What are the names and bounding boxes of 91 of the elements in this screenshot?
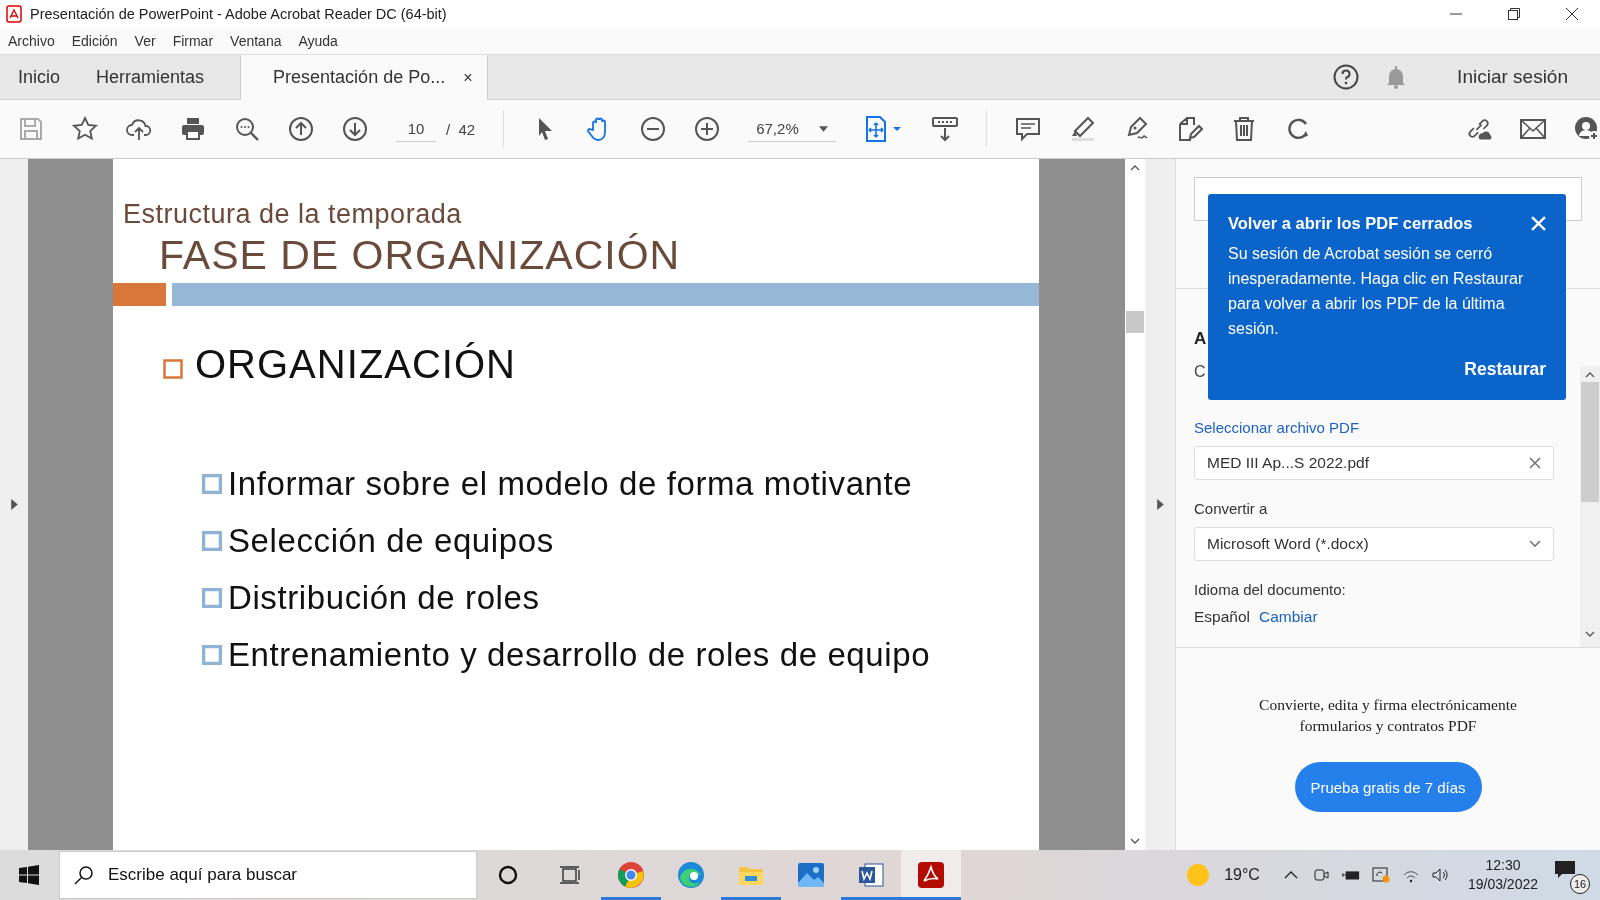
word-icon (857, 861, 885, 889)
close-tab-button[interactable]: × (463, 68, 473, 87)
previous-page-icon[interactable] (288, 116, 314, 142)
edit-document-icon[interactable] (1176, 116, 1203, 142)
taskbar-app[interactable] (901, 850, 961, 900)
bullet-text: Informar sobre el modelo de forma motivante (228, 464, 913, 504)
tab[interactable]: Inicio (0, 55, 79, 99)
square-bullet-icon (202, 530, 222, 551)
search-icon[interactable] (234, 116, 260, 142)
menu-item[interactable]: Ayuda (298, 33, 338, 49)
format-dropdown[interactable]: Microsoft Word (*.docx) (1194, 527, 1554, 561)
notification-icon[interactable] (1554, 860, 1576, 880)
scrollbar-thumb[interactable] (1126, 311, 1144, 333)
square-bullet-icon (202, 473, 222, 494)
scroll-up-icon[interactable] (1130, 165, 1140, 171)
help-icon[interactable] (1333, 64, 1360, 90)
email-icon[interactable] (1520, 116, 1546, 142)
fit-page-icon[interactable] (863, 116, 904, 142)
search-icon (74, 865, 94, 885)
pdf-reader-icon (917, 861, 945, 889)
popup-title: Volver a abrir los PDF cerrados (1228, 214, 1473, 233)
clear-icon[interactable] (1529, 457, 1541, 469)
sync-icon[interactable] (1371, 867, 1390, 883)
comment-icon[interactable] (1014, 116, 1041, 142)
menu-item[interactable]: Edición (71, 33, 118, 49)
zoom-out-icon[interactable] (640, 116, 667, 142)
print-icon[interactable] (180, 116, 206, 142)
menu-item[interactable]: Firmar (172, 33, 214, 49)
app-icon (6, 5, 22, 23)
slide-heading: ORGANIZACIÓN (195, 342, 516, 387)
scroll-mode-icon[interactable] (931, 116, 958, 142)
slide-subtitle: Estructura de la temporada (123, 199, 463, 230)
bullet-text: Entrenamiento y desarrollo de roles de equipo (228, 635, 931, 675)
expand-right-icon[interactable] (1156, 499, 1164, 510)
menu-item[interactable]: Archivo (8, 33, 55, 49)
zoom-in-icon[interactable] (694, 116, 721, 142)
task-view-icon[interactable] (559, 865, 581, 885)
file-field[interactable]: MED III Ap...S 2022.pdf (1194, 446, 1554, 480)
field-label: Seleccionar archivo PDF (1194, 419, 1361, 436)
clock[interactable]: 12:30 19/03/2022 (1467, 856, 1538, 894)
page-total: / 42 (446, 120, 476, 138)
square-bullet-icon (202, 587, 222, 608)
cortana-icon[interactable] (497, 865, 519, 885)
add-user-icon[interactable] (1574, 116, 1600, 142)
field-label: Convertir a (1194, 500, 1269, 517)
windows-start-icon[interactable] (19, 865, 39, 885)
restore-link[interactable]: Restaurar (1464, 359, 1546, 380)
expand-left-icon[interactable] (10, 499, 18, 510)
slide-title: FASE DE ORGANIZACIÓN (159, 232, 682, 279)
free-trial-button[interactable]: Prueba gratis de 7 días (1294, 762, 1482, 812)
tab[interactable]: Presentación de Po... × (240, 55, 488, 100)
window-title: Presentación de PowerPoint - Adobe Acrobat Reader DC (64-bit) (30, 6, 447, 22)
browser-icon (617, 861, 645, 889)
menu-item[interactable]: Ventana (230, 33, 282, 49)
taskbar-search-field[interactable]: Escribe aquí para buscar (59, 851, 477, 899)
change-link[interactable]: Cambiar (1259, 608, 1318, 626)
sign-in-button[interactable]: Iniciar sesión (1457, 66, 1568, 88)
scroll-down-icon[interactable] (1585, 631, 1595, 637)
next-page-icon[interactable] (342, 116, 368, 142)
notification-count: 16 (1570, 874, 1590, 894)
close-icon[interactable] (1566, 8, 1578, 20)
zoom-dropdown[interactable]: 67,2% (748, 116, 836, 142)
share-link-icon[interactable] (1466, 116, 1492, 142)
browser-icon (677, 861, 705, 889)
meet-icon[interactable] (1311, 867, 1330, 883)
panel-text: C (1194, 363, 1206, 381)
page-number-field[interactable]: 10 (396, 116, 436, 142)
volume-icon[interactable] (1431, 867, 1450, 883)
star-icon[interactable] (72, 116, 98, 142)
field-label: Idioma del documento: (1194, 581, 1347, 598)
temperature[interactable]: 19°C (1224, 866, 1260, 884)
scrollbar-thumb[interactable] (1581, 382, 1599, 502)
photos-icon (797, 861, 825, 889)
bullet-text: Distribución de roles (228, 578, 540, 618)
square-bullet-icon (202, 644, 222, 665)
sun-icon (1186, 863, 1211, 887)
accent-bar (113, 283, 166, 306)
language-value: Español (1194, 608, 1250, 626)
promo-text: Convierte, edita y firma electrónicamente formularios y contratos PDF (1258, 695, 1518, 736)
chevron-down-icon[interactable] (1529, 538, 1541, 550)
tab[interactable]: Herramientas (78, 55, 223, 99)
restore-icon[interactable] (1508, 8, 1520, 20)
dropdown-arrow-icon[interactable] (818, 125, 828, 132)
popup-message: Su sesión de Acrobat sesión se cerró inesperadamente. Haga clic en Restaurar para volver a abrir los PDF de la última sesión. (1228, 244, 1525, 339)
scroll-down-icon[interactable] (1130, 838, 1140, 844)
square-bullet-icon (163, 358, 183, 379)
menu-item[interactable]: Ver (134, 33, 156, 49)
cloud-upload-icon[interactable] (126, 116, 152, 142)
bullet-text: Selección de equipos (228, 521, 554, 561)
scroll-up-icon[interactable] (1585, 372, 1595, 378)
panel-heading: A (1194, 329, 1207, 349)
